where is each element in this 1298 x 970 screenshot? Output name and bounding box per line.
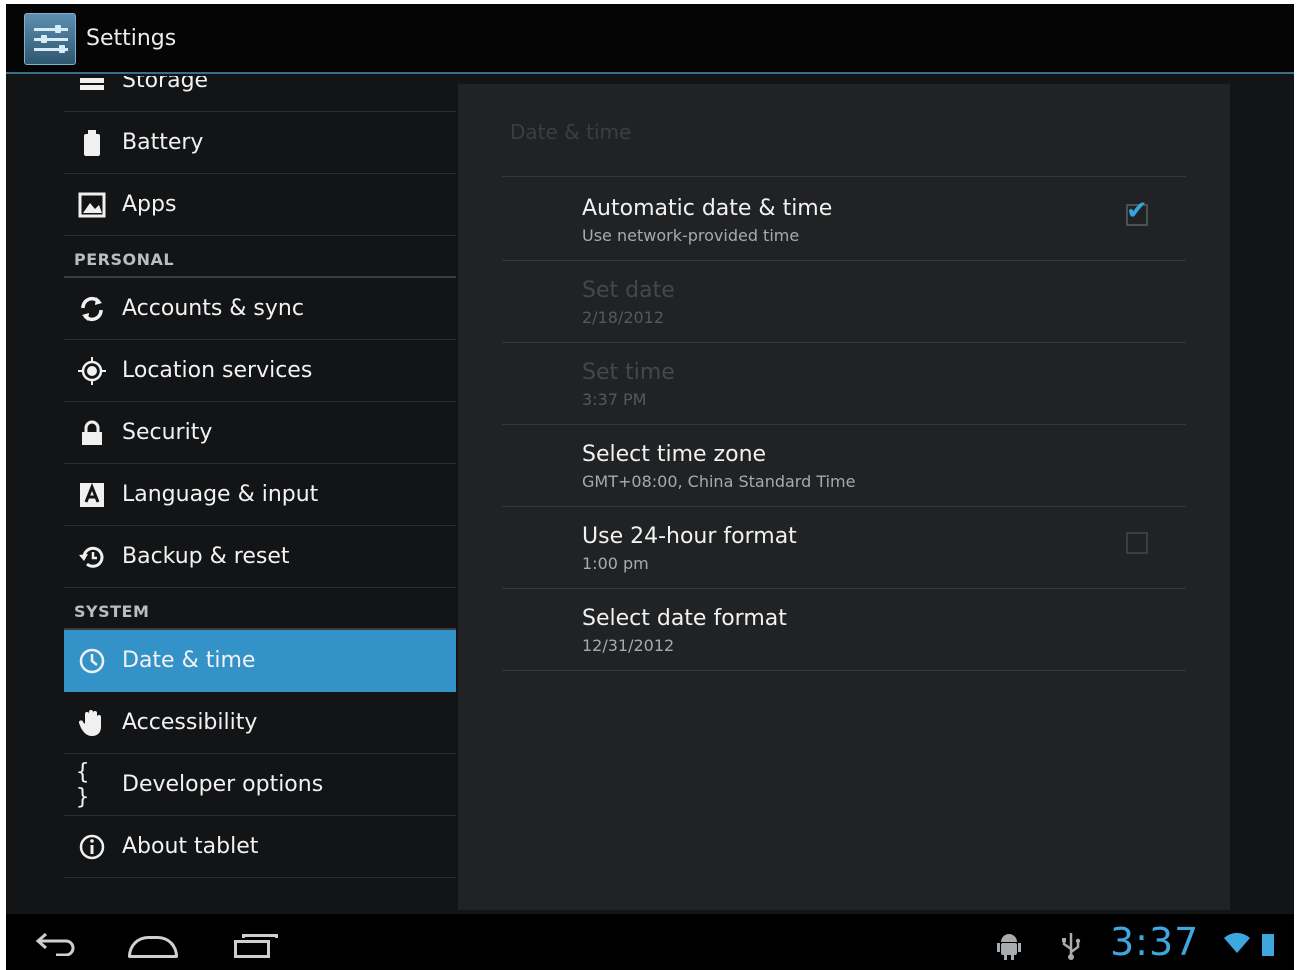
sidebar-item-label: About tablet [122,834,259,859]
android-debug-icon [996,932,1022,966]
pref-summary: 12/31/2012 [582,636,675,655]
location-icon [76,355,108,387]
battery-icon [76,127,108,159]
sidebar-item-label: Backup & reset [122,544,290,569]
sidebar-item-label: Developer options [122,772,324,797]
checkmark-icon: ✔ [1126,196,1148,226]
tablet-screen: Settings Storage Battery Apps PERSONAL A… [6,4,1294,970]
recent-apps-button[interactable] [234,934,280,958]
sidebar-item-accounts-sync[interactable]: Accounts & sync [64,278,456,340]
braces-icon: { } [76,760,90,810]
sidebar-item-label: Accessibility [122,710,258,735]
sidebar-item-battery[interactable]: Battery [64,112,456,174]
pref-title: Set time [582,360,675,385]
sidebar-item-label: Location services [122,358,313,383]
sidebar-item-language-input[interactable]: Language & input [64,464,456,526]
sidebar-item-developer-options[interactable]: { } Developer options [64,754,456,816]
pref-summary: 3:37 PM [582,390,647,409]
status-clock: 3:37 [1110,920,1200,964]
pref-title: Set date [582,278,675,303]
sidebar-item-label: Battery [122,130,204,155]
sidebar-item-label: Date & time [122,648,256,673]
home-button[interactable] [128,936,178,958]
pref-title: Use 24-hour format [582,524,797,549]
language-icon [76,479,108,511]
sidebar-item-apps[interactable]: Apps [64,174,456,236]
lock-icon [76,417,108,449]
pref-use-24-hour-format[interactable]: Use 24-hour format 1:00 pm [502,506,1186,588]
battery-status-icon [1262,930,1274,956]
sidebar-item-storage[interactable]: Storage [64,76,456,112]
pref-select-time-zone[interactable]: Select time zone GMT+08:00, China Standa… [502,424,1186,506]
usb-icon [1060,932,1082,966]
sidebar-item-label: Apps [122,192,177,217]
pref-title: Select date format [582,606,787,631]
section-header-personal: PERSONAL [74,250,175,269]
sidebar-item-label: Accounts & sync [122,296,304,321]
info-icon [76,831,108,863]
pref-title: Automatic date & time [582,196,833,221]
pref-summary: Use network-provided time [582,226,800,245]
storage-icon [76,76,108,97]
apps-icon [76,189,108,221]
action-bar: Settings [6,4,1294,74]
divider [502,176,1186,177]
sidebar-item-label: Language & input [122,482,319,507]
pref-title: Select time zone [582,442,767,467]
back-button[interactable] [34,930,76,957]
clock-icon [76,645,108,677]
divider [502,670,1186,671]
settings-app-icon[interactable] [24,13,76,65]
sidebar-item-location[interactable]: Location services [64,340,456,402]
settings-sidebar: Storage Battery Apps PERSONAL Accounts &… [64,76,456,916]
panel-header: Date & time [510,120,632,144]
app-title: Settings [86,26,177,51]
pref-set-date: Set date 2/18/2012 [502,260,1186,342]
pref-summary: GMT+08:00, China Standard Time [582,472,856,491]
system-navigation-bar: 3:37 [6,914,1294,970]
sidebar-item-accessibility[interactable]: Accessibility [64,692,456,754]
sidebar-item-label: Storage [122,76,209,93]
sidebar-item-backup-reset[interactable]: Backup & reset [64,526,456,588]
pref-select-date-format[interactable]: Select date format 12/31/2012 [502,588,1186,670]
sidebar-item-label: Security [122,420,213,445]
hand-icon [76,707,108,739]
sync-icon [76,293,108,325]
sidebar-item-about-tablet[interactable]: About tablet [64,816,456,878]
auto-time-checkbox[interactable]: ✔ [1126,198,1148,226]
pref-summary: 2/18/2012 [582,308,665,327]
pref-summary: 1:00 pm [582,554,649,573]
sidebar-item-security[interactable]: Security [64,402,456,464]
wifi-icon [1224,932,1250,954]
pref-set-time: Set time 3:37 PM [502,342,1186,424]
backup-icon [76,541,108,573]
24-hour-checkbox[interactable] [1126,532,1148,554]
sidebar-item-date-time[interactable]: Date & time [64,630,456,692]
date-time-panel: Date & time Automatic date & time Use ne… [458,84,1230,910]
pref-automatic-date-time[interactable]: Automatic date & time Use network-provid… [502,178,1186,260]
section-header-system: SYSTEM [74,602,150,621]
